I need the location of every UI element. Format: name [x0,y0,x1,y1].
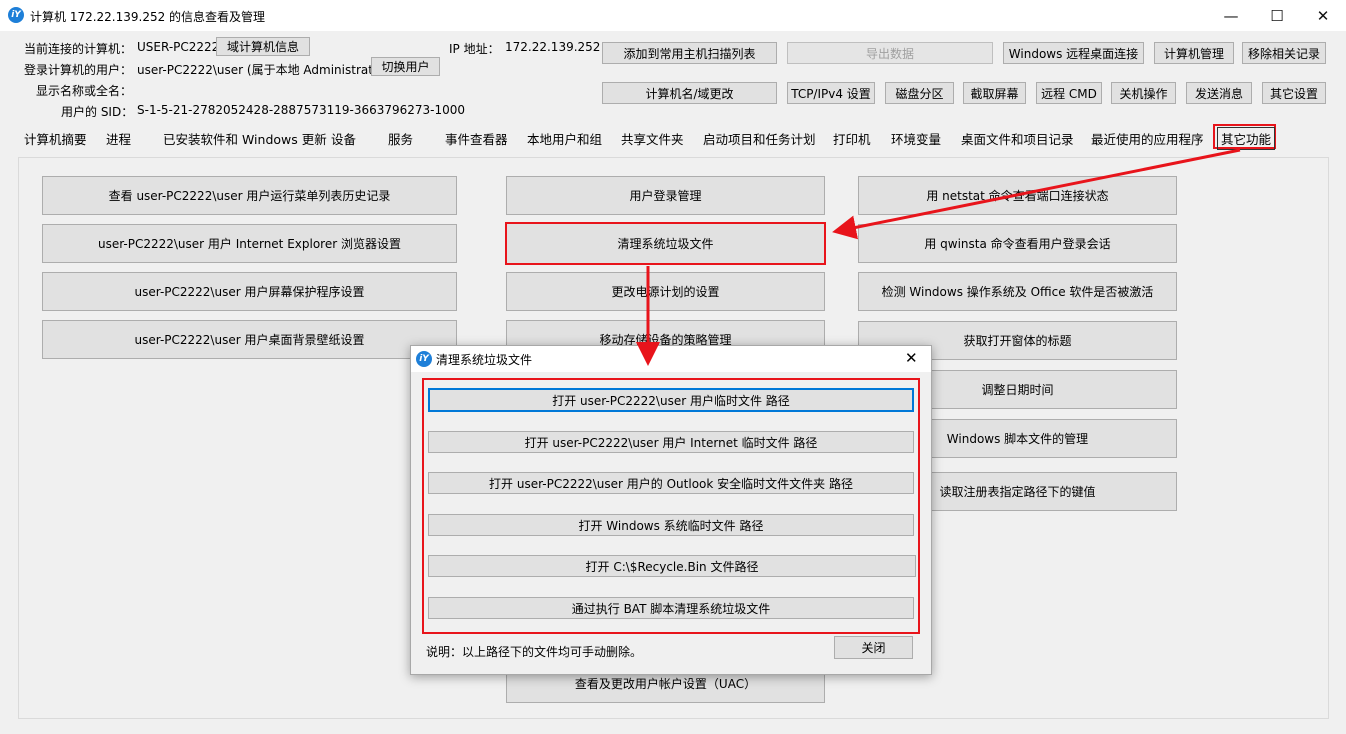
clean-junk-dialog: iY 清理系统垃圾文件 ✕ 打开 user-PC2222\user 用户临时文件… [410,345,932,675]
maximize-button[interactable]: ☐ [1254,0,1300,31]
sid-value: S-1-5-21-2782052428-2887573119-366379627… [137,103,466,117]
domain-info-button[interactable]: 域计算机信息 [216,37,310,56]
feature-activation-check-button[interactable]: 检测 Windows 操作系统及 Office 软件是否被激活 [858,272,1177,311]
user-label: 登录计算机的用户： [24,63,133,77]
other-settings-button[interactable]: 其它设置 [1262,82,1326,104]
tab-startup-tasks[interactable]: 启动项目和任务计划 [703,129,816,148]
tab-devices[interactable]: 设备 [331,129,356,148]
dialog-close-icon[interactable]: ✕ [905,349,918,367]
dialog-note: 说明：以上路径下的文件均可手动删除。 [426,645,643,659]
add-scan-list-button[interactable]: 添加到常用主机扫描列表 [602,42,777,64]
tab-processes[interactable]: 进程 [106,129,131,148]
window-title: 计算机 172.22.139.252 的信息查看及管理 [30,10,266,24]
feature-user-login-button[interactable]: 用户登录管理 [506,176,825,215]
remote-cmd-button[interactable]: 远程 CMD [1036,82,1102,104]
tcpip-settings-button[interactable]: TCP/IPv4 设置 [787,82,875,104]
sid-label: 用户的 SID： [61,105,134,119]
feature-netstat-button[interactable]: 用 netstat 命令查看端口连接状态 [858,176,1177,215]
open-user-temp-button[interactable]: 打开 user-PC2222\user 用户临时文件 路径 [428,388,914,412]
tab-desktop-files[interactable]: 桌面文件和项目记录 [961,129,1074,148]
run-bat-clean-button[interactable]: 通过执行 BAT 脚本清理系统垃圾文件 [428,597,914,619]
tab-local-users[interactable]: 本地用户和组 [527,129,602,148]
tab-summary[interactable]: 计算机摘要 [24,129,87,148]
tab-env-vars[interactable]: 环境变量 [891,129,941,148]
screenshot-button[interactable]: 截取屏幕 [963,82,1026,104]
computer-name-button[interactable]: 计算机名/域更改 [602,82,777,104]
tab-recent-apps[interactable]: 最近使用的应用程序 [1091,129,1204,148]
feature-wallpaper-button[interactable]: user-PC2222\user 用户桌面背景壁纸设置 [42,320,457,359]
open-recycle-bin-button[interactable]: 打开 C:\$Recycle.Bin 文件路径 [428,555,916,577]
send-message-button[interactable]: 发送消息 [1186,82,1252,104]
minimize-button[interactable]: — [1208,0,1254,31]
open-ie-temp-button[interactable]: 打开 user-PC2222\user 用户 Internet 临时文件 路径 [428,431,914,453]
computer-label: 当前连接的计算机： [24,42,133,56]
switch-user-button[interactable]: 切换用户 [371,57,440,76]
shutdown-button[interactable]: 关机操作 [1111,82,1176,104]
feature-screensaver-button[interactable]: user-PC2222\user 用户屏幕保护程序设置 [42,272,457,311]
tab-shared-folders[interactable]: 共享文件夹 [621,129,684,148]
tab-event-viewer[interactable]: 事件查看器 [445,129,508,148]
app-logo-icon: iY [8,7,24,23]
export-data-button[interactable]: 导出数据 [787,42,993,64]
dialog-logo-icon: iY [416,351,432,367]
tab-printers[interactable]: 打印机 [833,129,871,148]
dialog-title: 清理系统垃圾文件 [436,353,533,367]
remote-desktop-button[interactable]: Windows 远程桌面连接 [1003,42,1144,64]
close-button[interactable]: ✕ [1300,0,1346,31]
feature-power-plan-button[interactable]: 更改电源计划的设置 [506,272,825,311]
feature-clean-junk-button[interactable]: 清理系统垃圾文件 [505,222,826,265]
open-outlook-temp-button[interactable]: 打开 user-PC2222\user 用户的 Outlook 安全临时文件文件… [428,472,914,494]
computer-management-button[interactable]: 计算机管理 [1154,42,1234,64]
disk-partition-button[interactable]: 磁盘分区 [885,82,954,104]
dialog-close-button[interactable]: 关闭 [834,636,913,659]
tab-other-functions[interactable]: 其它功能 [1217,127,1276,150]
ip-label: IP 地址： [449,42,500,56]
dialog-title-bar: iY 清理系统垃圾文件 ✕ [411,346,931,372]
tab-installed-software[interactable]: 已安装软件和 Windows 更新 [163,129,327,148]
feature-qwinsta-button[interactable]: 用 qwinsta 命令查看用户登录会话 [858,224,1177,263]
remove-records-button[interactable]: 移除相关记录 [1242,42,1326,64]
feature-run-history-button[interactable]: 查看 user-PC2222\user 用户运行菜单列表历史记录 [42,176,457,215]
open-windows-temp-button[interactable]: 打开 Windows 系统临时文件 路径 [428,514,914,536]
ip-value: 172.22.139.252 [505,40,601,54]
feature-ie-settings-button[interactable]: user-PC2222\user 用户 Internet Explorer 浏览… [42,224,457,263]
computer-value: USER-PC2222 [137,40,220,54]
tab-services[interactable]: 服务 [388,129,413,148]
dialog-highlight-box [422,378,920,634]
display-name-label: 显示名称或全名： [36,84,133,98]
title-bar: iY 计算机 172.22.139.252 的信息查看及管理 — ☐ ✕ [0,0,1346,31]
